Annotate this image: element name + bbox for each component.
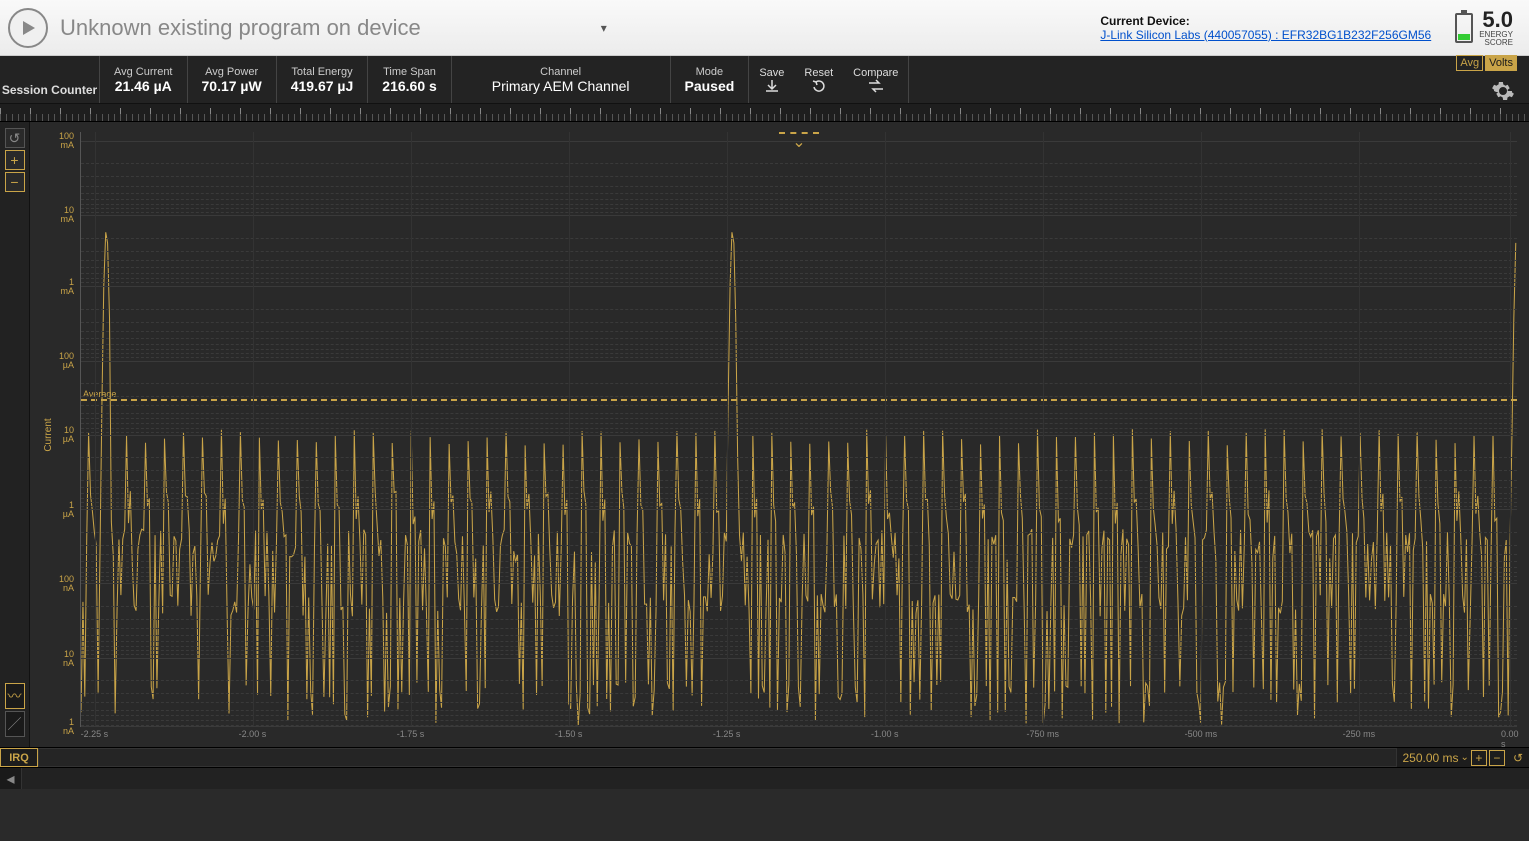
y-axis-ticks: 100mA10mA1mA100µA10µA1µA100nA10nA1nA [30,122,80,747]
time-window-dropdown[interactable]: ⌄ [1461,752,1469,763]
zoom-out-x-button[interactable]: − [1489,750,1505,766]
stat-label: Time Span [383,66,436,78]
gear-icon [1491,79,1515,103]
top-toolbar: Unknown existing program on device ▾ Cur… [0,0,1529,56]
stats-bar: Session Counter Avg Current 21.46 µA Avg… [0,56,1529,104]
stat-total-energy: Total Energy 419.67 µJ [277,56,369,103]
action-buttons: Save Reset Compare [749,56,909,103]
program-title: Unknown existing program on device [60,15,421,41]
current-device-label: Current Device: [1100,14,1431,28]
scroll-track[interactable] [22,768,1529,789]
chart-canvas[interactable]: 100mA10mA1mA100µA10µA1µA100nA10nA1nA Ave… [30,122,1529,747]
dropdown-caret-icon: ▾ [601,21,607,35]
stat-value: 70.17 µW [202,78,262,94]
stat-avg-current: Avg Current 21.46 µA [100,56,188,103]
stat-value: 216.60 s [382,78,437,94]
current-device-link[interactable]: J-Link Silicon Labs (440057055) : EFR32B… [1100,28,1431,42]
stat-value: 21.46 µA [115,78,172,94]
stat-label: Total Energy [291,66,352,78]
download-icon [763,79,781,93]
stat-avg-power: Avg Power 70.17 µW [188,56,277,103]
compare-button[interactable]: Compare [843,56,908,103]
energy-score-value: 5.0 [1479,9,1513,31]
stat-value: Primary AEM Channel [492,78,630,94]
current-device-block: Current Device: J-Link Silicon Labs (440… [1100,14,1431,42]
energy-score-label2: SCORE [1479,39,1513,47]
plot-area[interactable]: Average [80,132,1517,727]
stat-time-span: Time Span 216.60 s [368,56,452,103]
irq-track[interactable] [38,748,1397,767]
zoom-in-x-button[interactable]: + [1471,750,1487,766]
waveform-plot [81,132,1517,726]
settings-button[interactable] [1489,77,1517,105]
curve-mode-button[interactable]: 〰 [5,683,25,709]
average-line [81,399,1517,401]
reset-label: Reset [804,67,833,79]
time-window-controls: 250.00 ms ⌄ + − ↺ [1397,750,1529,766]
zoom-in-y-button[interactable]: + [5,150,25,170]
compare-label: Compare [853,67,898,79]
stat-label: Channel [540,66,581,78]
battery-icon [1455,13,1473,43]
compare-icon [866,79,886,93]
play-button[interactable] [8,8,48,48]
stat-label: Mode [696,66,724,78]
save-button[interactable]: Save [749,56,794,103]
irq-bar: IRQ 250.00 ms ⌄ + − ↺ [0,747,1529,767]
chart-left-tools: ↺ + − 〰 ／ [0,122,30,747]
reset-button[interactable]: Reset [794,56,843,103]
energy-score-block: 5.0 ENERGY SCORE [1455,9,1513,47]
scroll-left-button[interactable]: ◂ [0,768,22,789]
avg-toggle[interactable]: Avg [1456,55,1483,71]
undo-zoom-button[interactable]: ↺ [5,128,25,148]
line-mode-button[interactable]: ／ [5,711,25,737]
program-selector[interactable]: Unknown existing program on device ▾ [60,15,607,41]
stat-label: Avg Current [114,66,173,78]
reset-icon [810,79,828,93]
irq-label[interactable]: IRQ [0,748,38,767]
stat-label: Avg Power [205,66,258,78]
save-label: Save [759,67,784,79]
time-window-value: 250.00 ms [1403,751,1459,765]
average-label: Average [83,389,116,399]
stat-value: 419.67 µJ [291,78,354,94]
stat-value: Paused [685,78,735,94]
stat-channel[interactable]: Channel Primary AEM Channel [452,56,671,103]
reset-zoom-button[interactable]: ↺ [1513,751,1523,765]
stat-mode: Mode Paused [671,56,750,103]
zoom-out-y-button[interactable]: − [5,172,25,192]
timeline-ruler[interactable] [0,104,1529,122]
chart-area: ↺ + − 〰 ／ Current 100mA10mA1mA100µA10µA1… [0,122,1529,747]
x-axis-ticks: -2.25 s-2.00 s-1.75 s-1.50 s-1.25 s-1.00… [80,729,1517,745]
volts-toggle[interactable]: Volts [1485,55,1517,71]
horizontal-scrollbar[interactable]: ◂ [0,767,1529,789]
session-counter-label: Session Counter [0,56,100,103]
